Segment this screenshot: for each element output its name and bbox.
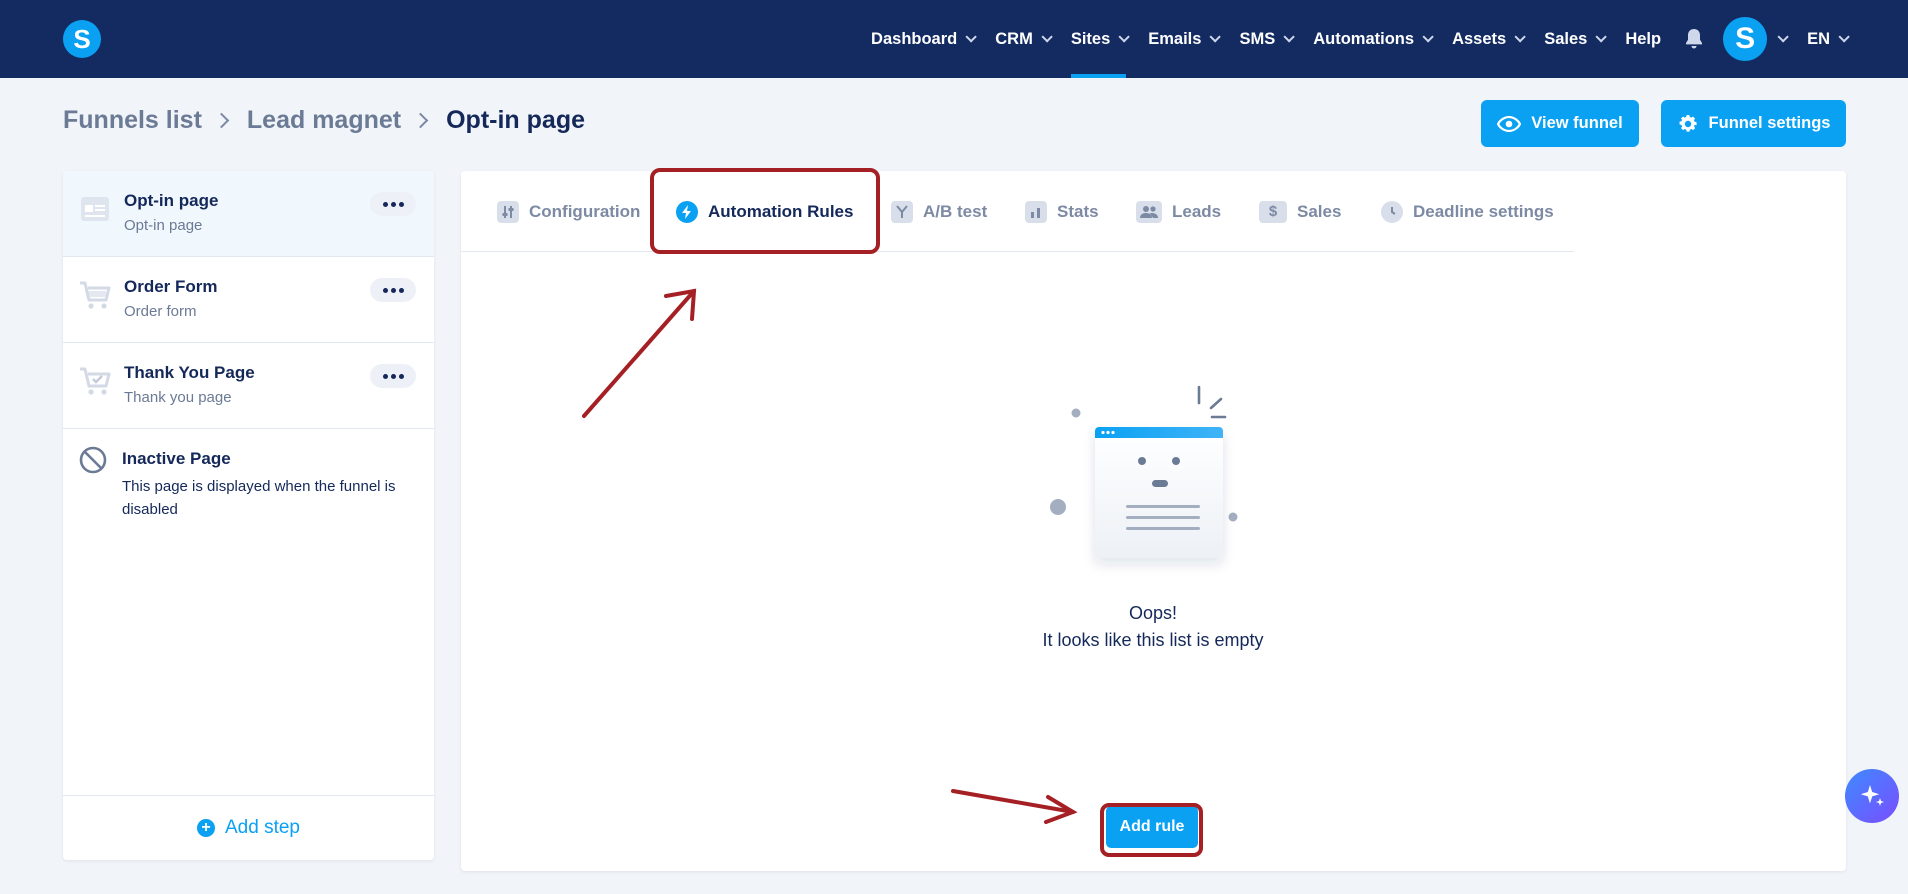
top-navbar: S Dashboard CRM Sites Emails SMS Automat… <box>0 0 1908 78</box>
nav-assets[interactable]: Assets <box>1452 0 1526 78</box>
bolt-icon <box>676 200 698 223</box>
step-subtitle: Order form <box>124 303 197 320</box>
gear-icon <box>1679 114 1697 132</box>
inactive-page-item[interactable]: Inactive Page This page is displayed whe… <box>63 429 434 529</box>
page-icon <box>79 193 111 225</box>
nav-help[interactable]: Help <box>1625 0 1661 78</box>
step-title: Thank You Page <box>124 363 255 382</box>
clock-icon <box>1381 200 1403 223</box>
step-subtitle: Opt-in page <box>124 217 203 234</box>
more-options-button[interactable] <box>370 192 416 216</box>
main-panel: Configuration Automation Rules A/B test … <box>461 171 1846 871</box>
chevron-down-icon <box>965 31 978 43</box>
chevron-right-icon <box>213 112 230 129</box>
chevron-right-icon <box>412 112 429 129</box>
chevron-down-icon <box>1209 31 1222 43</box>
add-rule-button[interactable]: Add rule <box>1106 806 1198 848</box>
language-selector[interactable]: EN <box>1807 0 1850 78</box>
tab-stats[interactable]: Stats <box>1025 171 1099 252</box>
funnel-steps-panel: Opt-in page Opt-in page Order Form Order… <box>63 171 434 860</box>
view-funnel-button[interactable]: View funnel <box>1481 100 1639 147</box>
more-options-button[interactable] <box>370 278 416 302</box>
step-thank-you-page[interactable]: Thank You Page Thank you page <box>63 343 434 429</box>
tab-automation-rules[interactable]: Automation Rules <box>676 171 853 252</box>
step-order-form[interactable]: Order Form Order form <box>63 257 434 343</box>
chevron-down-icon <box>1422 31 1434 43</box>
more-options-button[interactable] <box>370 364 416 388</box>
tab-bar: Configuration Automation Rules A/B test … <box>461 171 1574 252</box>
step-title: Opt-in page <box>124 191 219 210</box>
breadcrumb-funnels-list[interactable]: Funnels list <box>63 106 202 135</box>
cart-check-icon <box>79 365 111 397</box>
nav-crm[interactable]: CRM <box>995 0 1053 78</box>
chevron-down-icon <box>1283 31 1295 43</box>
tab-sales[interactable]: $ Sales <box>1259 171 1341 252</box>
chevron-down-icon <box>1595 31 1608 43</box>
chevron-down-icon[interactable] <box>1777 31 1789 43</box>
tab-deadline-settings[interactable]: Deadline settings <box>1381 171 1554 252</box>
tab-ab-test[interactable]: A/B test <box>891 171 987 252</box>
breadcrumb: Funnels list Lead magnet Opt-in page <box>63 106 585 135</box>
nav-dashboard[interactable]: Dashboard <box>871 0 978 78</box>
page-title: Opt-in page <box>446 106 585 134</box>
chevron-down-icon <box>1838 31 1850 43</box>
chevron-down-icon <box>1514 31 1526 43</box>
nav-sms[interactable]: SMS <box>1239 0 1295 78</box>
nav-sites[interactable]: Sites <box>1070 0 1131 78</box>
nav-emails[interactable]: Emails <box>1148 0 1222 78</box>
bell-icon[interactable] <box>1683 27 1705 51</box>
split-icon <box>891 200 913 223</box>
breadcrumb-lead-magnet[interactable]: Lead magnet <box>247 106 401 135</box>
step-subtitle: Thank you page <box>124 389 232 406</box>
sliders-icon <box>497 200 519 223</box>
block-icon <box>79 446 107 479</box>
main-nav: Dashboard CRM Sites Emails SMS Automatio… <box>849 0 1850 78</box>
step-description: This page is displayed when the funnel i… <box>122 478 396 518</box>
cart-icon <box>79 279 111 311</box>
empty-list-illustration <box>1050 385 1238 558</box>
empty-state-title: Oops! <box>1128 603 1178 623</box>
app-logo[interactable]: S <box>63 20 101 58</box>
tab-configuration[interactable]: Configuration <box>497 171 640 252</box>
ai-assistant-button[interactable] <box>1845 769 1899 823</box>
step-title: Inactive Page <box>122 449 231 468</box>
step-title: Order Form <box>124 277 218 296</box>
nav-sales[interactable]: Sales <box>1544 0 1608 78</box>
tab-leads[interactable]: Leads <box>1136 171 1221 252</box>
empty-state-subtitle: It looks like this list is empty <box>1042 630 1264 650</box>
funnel-settings-button[interactable]: Funnel settings <box>1661 100 1846 147</box>
chevron-down-icon <box>1041 31 1053 43</box>
nav-automations[interactable]: Automations <box>1313 0 1434 78</box>
dollar-icon: $ <box>1259 200 1287 223</box>
sparkle-icon <box>1860 785 1884 806</box>
eye-icon <box>1497 115 1522 132</box>
avatar[interactable]: S <box>1723 17 1768 61</box>
step-opt-in-page[interactable]: Opt-in page Opt-in page <box>63 171 434 257</box>
plus-circle-icon: + <box>197 819 215 837</box>
chevron-down-icon <box>1118 31 1131 43</box>
users-icon <box>1136 200 1162 223</box>
bar-chart-icon <box>1025 200 1047 223</box>
add-step-button[interactable]: + Add step <box>63 795 434 860</box>
